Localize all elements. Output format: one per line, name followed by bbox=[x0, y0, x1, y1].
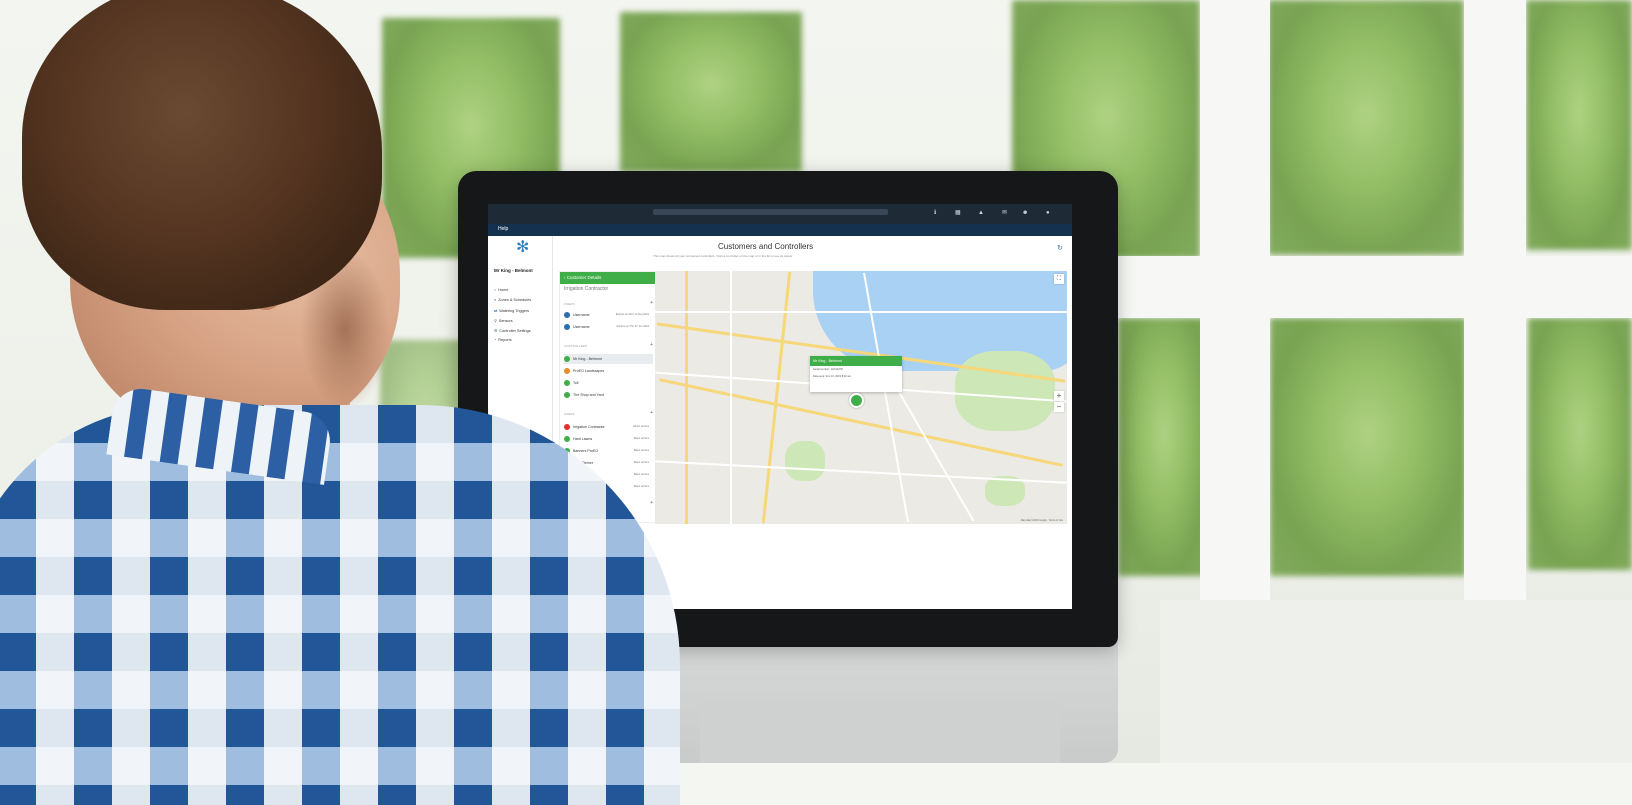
map-road bbox=[761, 271, 792, 524]
zoom-in-button[interactable]: + bbox=[1054, 391, 1064, 401]
map-view[interactable]: Mr King - Belmont Serial number: 12AA347… bbox=[655, 271, 1067, 524]
account-icon[interactable]: ● bbox=[1046, 210, 1052, 216]
map-road bbox=[655, 311, 1067, 313]
map-credit: Map data ©2019 Google · Terms of Use bbox=[1020, 519, 1063, 522]
monitor-stand bbox=[700, 700, 1060, 763]
popup-title: Mr King - Belmont bbox=[810, 356, 902, 366]
map-road bbox=[730, 271, 732, 524]
mail-icon[interactable]: ✉ bbox=[1002, 210, 1008, 216]
window-sill bbox=[1160, 600, 1632, 763]
window-pane bbox=[1526, 0, 1632, 250]
window-pane bbox=[1118, 318, 1210, 576]
person-hair bbox=[22, 0, 382, 310]
map-road bbox=[655, 460, 1067, 484]
window-pane bbox=[1270, 318, 1466, 576]
popup-serial: Serial number: 12AA3478 bbox=[813, 368, 843, 371]
users-icon[interactable]: ☻ bbox=[1022, 210, 1028, 216]
page-title: Customers and Controllers bbox=[718, 242, 814, 251]
controller-popup[interactable]: Mr King - Belmont Serial number: 12AA347… bbox=[810, 356, 902, 392]
window-pane bbox=[1528, 318, 1632, 570]
grid-icon[interactable]: ▦ bbox=[955, 210, 961, 216]
park-area bbox=[785, 441, 825, 481]
window-pane bbox=[1268, 0, 1464, 255]
fullscreen-button[interactable]: ⛶ bbox=[1054, 274, 1064, 284]
person-shirt bbox=[0, 405, 680, 805]
info-icon[interactable]: ℹ bbox=[934, 210, 940, 216]
controller-marker-icon[interactable] bbox=[849, 393, 864, 408]
zoom-out-button[interactable]: − bbox=[1054, 402, 1064, 412]
refresh-icon[interactable]: ↻ bbox=[1057, 244, 1063, 252]
popup-data-sent: Data sent: Sun 10, 2019 8:32 am bbox=[813, 375, 852, 378]
person-foreground bbox=[0, 0, 700, 805]
park-area bbox=[955, 351, 1055, 431]
bell-icon[interactable]: ▲ bbox=[978, 210, 984, 216]
window-frame bbox=[1100, 256, 1632, 318]
